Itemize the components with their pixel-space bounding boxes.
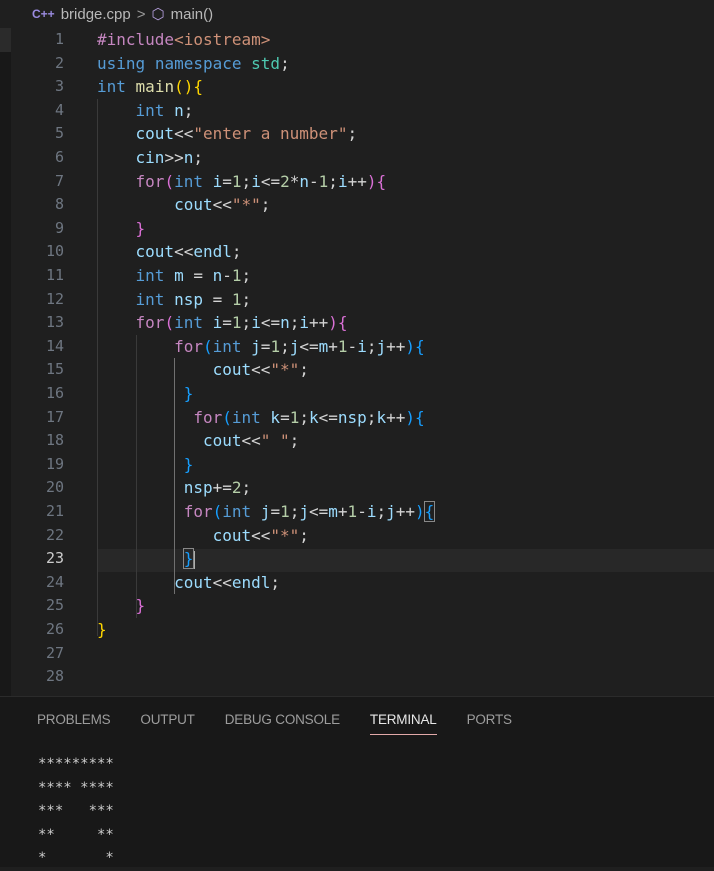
tab-output[interactable]: OUTPUT: [140, 706, 194, 733]
cube-icon: ⬡: [151, 6, 165, 23]
terminal-line: * *: [38, 850, 114, 866]
terminal-line: **** ****: [38, 779, 114, 796]
breadcrumb-symbol[interactable]: main(): [171, 6, 214, 23]
bottom-panel: PROBLEMS OUTPUT DEBUG CONSOLE TERMINAL P…: [0, 696, 714, 867]
panel-tabs: PROBLEMS OUTPUT DEBUG CONSOLE TERMINAL P…: [0, 697, 714, 741]
terminal-output[interactable]: ********* **** **** *** *** ** ** * *: [38, 753, 114, 871]
chevron-right-icon: >: [136, 5, 146, 23]
code-editor[interactable]: 1 2 3 4 5 6 7 8 9 10 11 12 13 14 15 16 17 18 19 20 21 22 23 24 2…: [0, 28, 714, 696]
breadcrumb-file[interactable]: bridge.cpp: [61, 6, 131, 23]
tab-ports[interactable]: PORTS: [467, 706, 512, 733]
terminal-line: *********: [38, 756, 114, 772]
terminal-line: *** ***: [38, 803, 114, 819]
line-number: 27: [45, 643, 64, 662]
text-cursor: [193, 550, 196, 569]
tab-terminal[interactable]: TERMINAL: [369, 706, 437, 735]
breadcrumb: C++ bridge.cpp > ⬡ main(): [0, 0, 714, 28]
tab-debug-console[interactable]: DEBUG CONSOLE: [225, 706, 340, 733]
tab-problems[interactable]: PROBLEMS: [37, 706, 111, 733]
terminal-line: ** **: [38, 826, 114, 843]
cpp-file-icon: C++: [32, 7, 55, 21]
line-number: 28: [45, 667, 64, 686]
